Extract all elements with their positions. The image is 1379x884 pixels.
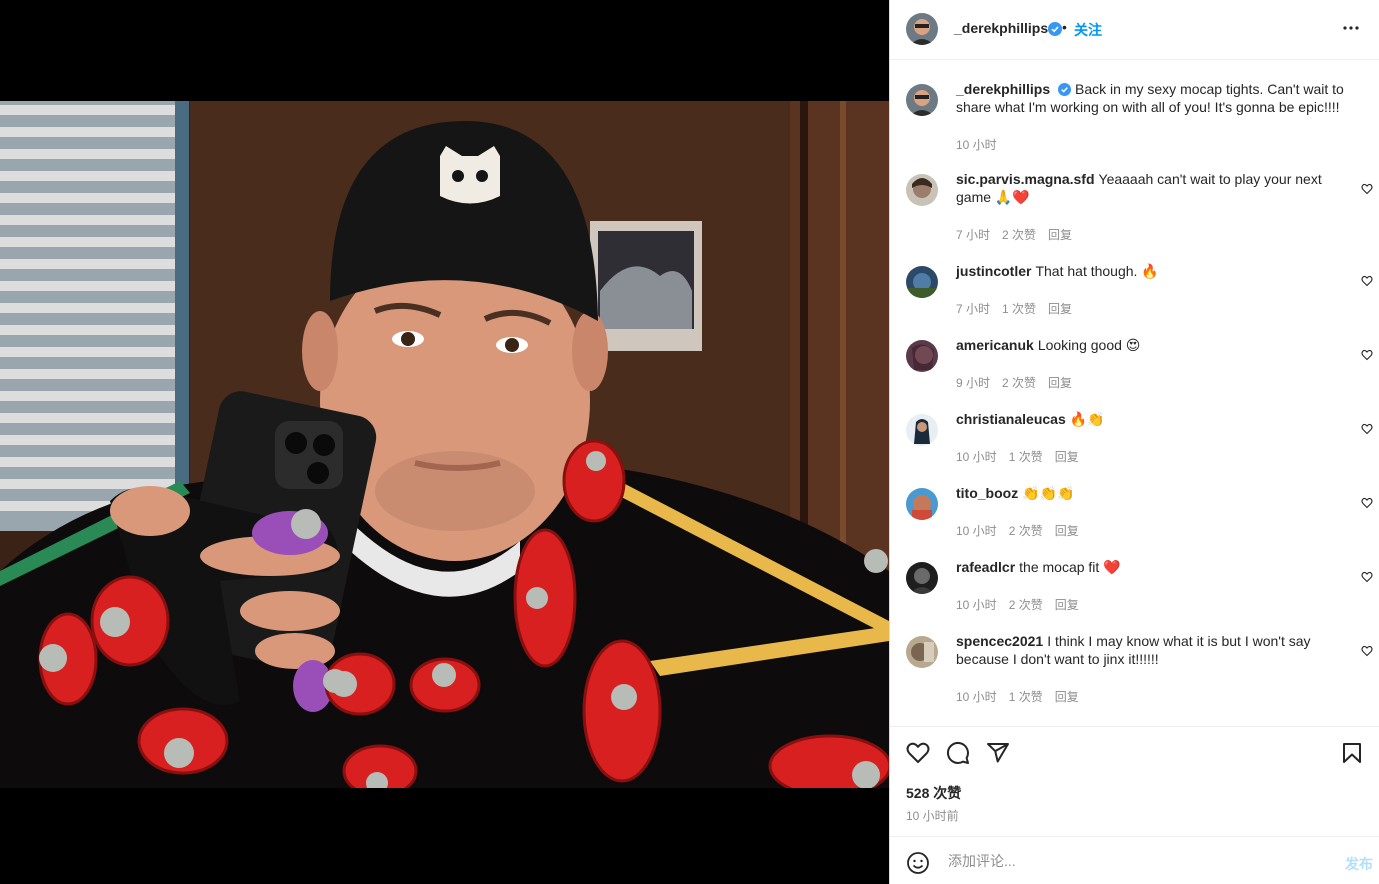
- comment-meta: 10 小时 1 次赞 回复: [956, 688, 1091, 705]
- comments-list[interactable]: _derekphillips Back in my sexy mocap tig…: [890, 60, 1379, 726]
- reply-button[interactable]: 回复: [1048, 376, 1072, 390]
- post-timestamp: 10 小时前: [906, 809, 959, 823]
- comment-likes[interactable]: 1 次赞: [1002, 302, 1036, 316]
- comment-time: 7 小时: [956, 302, 991, 316]
- comment-time: 10 小时: [956, 598, 997, 612]
- reply-button[interactable]: 回复: [1048, 228, 1072, 242]
- comment-text: americanuk Looking good 😍: [956, 336, 1349, 354]
- comment-text: tito_booz 👏👏👏: [956, 484, 1349, 502]
- commenter-username[interactable]: justincotler: [956, 263, 1031, 279]
- comment-likes[interactable]: 2 次赞: [1002, 376, 1036, 390]
- commenter-avatar[interactable]: [906, 266, 938, 298]
- comment-time: 7 小时: [956, 228, 991, 242]
- comment-time: 10 小时: [956, 450, 997, 464]
- comment-likes[interactable]: 2 次赞: [1002, 228, 1036, 242]
- commenter-username[interactable]: spencec2021: [956, 633, 1043, 649]
- separator-dot: •: [1062, 19, 1067, 35]
- heart-icon[interactable]: [1361, 570, 1373, 588]
- comment-input[interactable]: [946, 849, 1310, 873]
- commenter-avatar[interactable]: [906, 414, 938, 446]
- commenter-username[interactable]: tito_booz: [956, 485, 1018, 501]
- heart-icon[interactable]: [1361, 182, 1373, 200]
- comment-body: 👏👏👏: [1022, 485, 1075, 501]
- verified-icon: [1058, 83, 1072, 96]
- caption-username[interactable]: _derekphillips: [956, 81, 1050, 97]
- verified-icon: [1048, 22, 1062, 41]
- likes-count[interactable]: 528 次赞: [906, 783, 961, 803]
- heart-icon[interactable]: [1361, 496, 1373, 514]
- comment-composer: 发布: [890, 836, 1379, 884]
- post-comment-button[interactable]: 发布: [1345, 854, 1373, 874]
- comment-body: the mocap fit ❤️: [1019, 559, 1121, 575]
- comment-likes[interactable]: 1 次赞: [1009, 690, 1043, 704]
- comment-meta: 10 小时 2 次赞 回复: [956, 522, 1091, 539]
- comment-time: 10 小时: [956, 524, 997, 538]
- comment-meta: 10 小时 2 次赞 回复: [956, 596, 1091, 613]
- post-header: _derekphillips • 关注: [890, 0, 1379, 60]
- comment-meta: 7 小时 2 次赞 回复: [956, 226, 1084, 243]
- heart-icon[interactable]: [1361, 422, 1373, 440]
- author-avatar[interactable]: [906, 84, 938, 116]
- reply-button[interactable]: 回复: [1055, 598, 1079, 612]
- post-side-panel: _derekphillips • 关注 _derekphillips Back …: [889, 0, 1379, 884]
- commenter-username[interactable]: christianaleucas: [956, 411, 1066, 427]
- reply-button[interactable]: 回复: [1055, 690, 1079, 704]
- comment-text: spencec2021 I think I may know what it is…: [956, 632, 1349, 668]
- comment-body: 🔥👏: [1069, 411, 1105, 427]
- reply-button[interactable]: 回复: [1055, 524, 1079, 538]
- comment-text: sic.parvis.magna.sfd Yeaaaah can't wait t…: [956, 170, 1349, 206]
- author-username[interactable]: _derekphillips: [954, 20, 1048, 36]
- follow-button[interactable]: 关注: [1074, 20, 1102, 40]
- caption-text: _derekphillips Back in my sexy mocap tig…: [956, 80, 1349, 116]
- caption-meta: 10 小时: [956, 136, 1009, 153]
- comment-meta: 10 小时 1 次赞 回复: [956, 448, 1091, 465]
- share-icon[interactable]: [986, 741, 1010, 770]
- commenter-avatar[interactable]: [906, 340, 938, 372]
- comment-likes[interactable]: 2 次赞: [1009, 524, 1043, 538]
- commenter-avatar[interactable]: [906, 562, 938, 594]
- comment-meta: 9 小时 2 次赞 回复: [956, 374, 1084, 391]
- more-icon[interactable]: [1339, 16, 1363, 45]
- commenter-username[interactable]: sic.parvis.magna.sfd: [956, 171, 1095, 187]
- comment-time: 9 小时: [956, 376, 991, 390]
- commenter-avatar[interactable]: [906, 174, 938, 206]
- emoji-icon[interactable]: [906, 851, 930, 880]
- reply-button[interactable]: 回复: [1048, 302, 1072, 316]
- photo-illustration: [0, 101, 889, 788]
- author-avatar[interactable]: [906, 13, 938, 45]
- bookmark-icon[interactable]: [1340, 741, 1364, 770]
- heart-icon[interactable]: [1361, 348, 1373, 366]
- comment-icon[interactable]: [946, 741, 970, 770]
- heart-icon[interactable]: [1361, 644, 1373, 662]
- heart-icon[interactable]: [1361, 274, 1373, 292]
- comment-text: rafeadlcr the mocap fit ❤️: [956, 558, 1349, 576]
- post-photo[interactable]: [0, 101, 889, 788]
- comment-text: christianaleucas 🔥👏: [956, 410, 1349, 428]
- commenter-username[interactable]: rafeadlcr: [956, 559, 1015, 575]
- comment-body: That hat though. 🔥: [1035, 263, 1159, 279]
- commenter-avatar[interactable]: [906, 636, 938, 668]
- post-media: [0, 0, 889, 884]
- comment-meta: 7 小时 1 次赞 回复: [956, 300, 1084, 317]
- reply-button[interactable]: 回复: [1055, 450, 1079, 464]
- commenter-username[interactable]: americanuk: [956, 337, 1034, 353]
- comment-text: justincotler That hat though. 🔥: [956, 262, 1349, 280]
- post-actions: 528 次赞 10 小时前: [890, 726, 1379, 823]
- comment-time: 10 小时: [956, 690, 997, 704]
- heart-icon[interactable]: [906, 741, 930, 770]
- comment-likes[interactable]: 2 次赞: [1009, 598, 1043, 612]
- commenter-avatar[interactable]: [906, 488, 938, 520]
- caption-time: 10 小时: [956, 138, 997, 152]
- comment-likes[interactable]: 1 次赞: [1009, 450, 1043, 464]
- comment-body: Looking good 😍: [1037, 337, 1141, 353]
